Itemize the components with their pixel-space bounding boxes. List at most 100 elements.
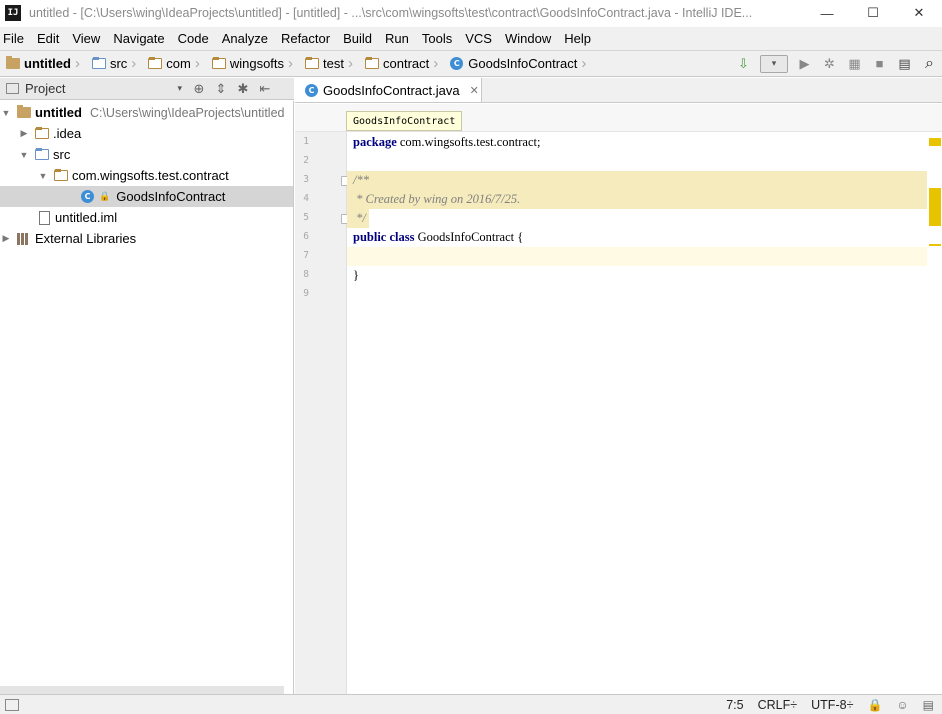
expand-arrow-icon[interactable]: ▶ bbox=[0, 233, 12, 244]
menu-navigate[interactable]: Navigate bbox=[107, 31, 171, 46]
caret-position[interactable]: 7:5 bbox=[726, 698, 743, 712]
build-project-icon[interactable]: ⇩ bbox=[731, 53, 756, 75]
tree-item-external-libraries[interactable]: ▶ External Libraries bbox=[0, 228, 293, 249]
file-encoding[interactable]: UTF-8÷ bbox=[811, 698, 853, 712]
tree-item-label: com.wingsofts.test.contract bbox=[72, 168, 229, 183]
scroll-from-source-icon[interactable]: ⊕ bbox=[190, 81, 208, 97]
menu-help[interactable]: Help bbox=[558, 31, 598, 46]
menu-tools[interactable]: Tools bbox=[415, 31, 458, 46]
chevron-updown-icon: ÷ bbox=[790, 697, 798, 712]
tree-item-label: src bbox=[53, 147, 71, 162]
coverage-icon[interactable]: ▦ bbox=[842, 53, 867, 75]
expand-arrow-icon[interactable]: ▼ bbox=[18, 150, 30, 160]
package-folder-icon bbox=[211, 57, 226, 69]
menu-run[interactable]: Run bbox=[379, 31, 416, 46]
warning-stripe-mark[interactable] bbox=[929, 188, 941, 226]
tree-item-idea[interactable]: ▶ .idea bbox=[0, 123, 293, 144]
menu-view[interactable]: View bbox=[66, 31, 107, 46]
tree-item-untitled[interactable]: ▼ untitled C:\Users\wing\IdeaProjects\un… bbox=[0, 102, 293, 123]
line-number: 9 bbox=[303, 288, 309, 299]
line-separator[interactable]: CRLF÷ bbox=[758, 698, 798, 712]
package-folder-icon bbox=[148, 57, 163, 69]
project-folder-icon bbox=[6, 56, 20, 69]
run-icon[interactable]: ▶ bbox=[792, 53, 817, 75]
menu-file[interactable]: File bbox=[0, 31, 30, 46]
menu-edit[interactable]: Edit bbox=[30, 31, 65, 46]
doc-comment-text: * Created by wing on 2016/7/25. bbox=[353, 192, 521, 206]
line-separator-label: CRLF bbox=[757, 697, 791, 712]
menu-analyze[interactable]: Analyze bbox=[215, 31, 274, 46]
nav-crumb-goodsinfocontract[interactable]: C GoodsInfoContract › bbox=[444, 51, 592, 76]
project-view-selector[interactable]: Project ▾ bbox=[0, 81, 190, 96]
lock-icon[interactable]: 🔒 bbox=[867, 698, 882, 712]
package-folder-icon bbox=[54, 169, 68, 181]
line-number: 6 bbox=[303, 231, 309, 242]
nav-crumb-label: com bbox=[166, 56, 191, 71]
class-declaration: GoodsInfoContract { bbox=[414, 230, 524, 244]
search-icon[interactable]: ⌕ bbox=[917, 53, 942, 75]
expand-arrow-icon[interactable]: ▼ bbox=[0, 108, 12, 118]
title-bar: IJ untitled - [C:\Users\wing\IdeaProject… bbox=[0, 0, 942, 26]
code-editor[interactable]: GoodsInfoContract 1 2 3 4 5 6 7 8 9 pack… bbox=[295, 104, 942, 694]
menu-code[interactable]: Code bbox=[171, 31, 215, 46]
line-number: 4 bbox=[303, 193, 309, 204]
expand-arrow-icon[interactable]: ▶ bbox=[18, 128, 30, 139]
nav-crumb-label: wingsofts bbox=[229, 56, 285, 71]
nav-crumb-contract[interactable]: contract › bbox=[359, 51, 444, 76]
line-number-gutter: 1 2 3 4 5 6 7 8 9 bbox=[295, 132, 351, 694]
window-title: untitled - [C:\Users\wing\IdeaProjects\u… bbox=[29, 6, 753, 20]
nav-crumb-label: untitled bbox=[24, 56, 71, 71]
tool-windows-icon[interactable] bbox=[5, 698, 19, 711]
hector-icon[interactable]: ☺ bbox=[896, 698, 908, 712]
editor-breadcrumb-class[interactable]: GoodsInfoContract bbox=[346, 111, 463, 131]
tree-item-iml[interactable]: untitled.iml bbox=[0, 207, 293, 228]
nav-crumb-untitled[interactable]: untitled › bbox=[0, 51, 86, 76]
debug-icon[interactable]: ✲ bbox=[817, 53, 842, 75]
stop-icon[interactable]: ■ bbox=[867, 53, 892, 75]
maximize-button[interactable]: ☐ bbox=[850, 0, 896, 26]
event-log-icon[interactable]: ▤ bbox=[923, 698, 934, 712]
menu-build[interactable]: Build bbox=[337, 31, 379, 46]
nav-crumb-wingsofts[interactable]: wingsofts › bbox=[206, 51, 299, 76]
line-number: 8 bbox=[303, 269, 309, 280]
minimize-button[interactable]: — bbox=[804, 0, 850, 26]
nav-crumb-test[interactable]: test › bbox=[299, 51, 359, 76]
chevron-right-icon: › bbox=[131, 55, 137, 72]
code-area[interactable]: package com.wingsofts.test.contract; /**… bbox=[347, 132, 927, 694]
class-icon: C bbox=[81, 190, 94, 203]
chevron-down-icon: ▾ bbox=[177, 83, 182, 93]
menu-bar: File Edit View Navigate Code Analyze Ref… bbox=[0, 27, 942, 50]
package-folder-icon bbox=[365, 57, 380, 69]
project-structure-icon[interactable]: ▤ bbox=[892, 53, 917, 75]
gear-icon[interactable]: ✱ bbox=[234, 81, 252, 97]
nav-crumb-com[interactable]: com › bbox=[142, 51, 206, 76]
close-button[interactable]: ✕ bbox=[896, 0, 942, 26]
collapse-all-icon[interactable]: ⇕ bbox=[212, 81, 230, 97]
expand-arrow-icon[interactable]: ▼ bbox=[37, 171, 49, 181]
horizontal-scrollbar[interactable] bbox=[0, 686, 284, 694]
tree-item-src[interactable]: ▼ src bbox=[0, 144, 293, 165]
project-panel-header: Project ▾ ⊕ ⇕ ✱ ⇤ bbox=[0, 78, 294, 100]
chevron-right-icon: › bbox=[581, 55, 587, 72]
nav-crumb-src[interactable]: src › bbox=[86, 51, 142, 76]
project-panel-tools: ⊕ ⇕ ✱ ⇤ bbox=[190, 81, 274, 97]
project-panel-title: Project bbox=[25, 81, 66, 96]
analysis-status-icon[interactable] bbox=[929, 138, 941, 146]
run-configuration-dropdown[interactable]: ▾ bbox=[760, 54, 788, 73]
menu-refactor[interactable]: Refactor bbox=[274, 31, 336, 46]
editor-tab-goodsinfocontract[interactable]: C GoodsInfoContract.java ✕ bbox=[295, 78, 482, 102]
class-icon: C bbox=[305, 83, 318, 97]
tree-item-package[interactable]: ▼ com.wingsofts.test.contract bbox=[0, 165, 293, 186]
hide-panel-icon[interactable]: ⇤ bbox=[256, 81, 274, 97]
chevron-right-icon: › bbox=[288, 55, 294, 72]
close-tab-icon[interactable]: ✕ bbox=[470, 84, 479, 97]
caret-stripe-mark bbox=[929, 244, 941, 246]
menu-window[interactable]: Window bbox=[498, 31, 557, 46]
chevron-right-icon: › bbox=[348, 55, 354, 72]
menu-vcs[interactable]: VCS bbox=[459, 31, 499, 46]
chevron-right-icon: › bbox=[433, 55, 439, 72]
navbar-toolbar: ⇩ ▾ ▶ ✲ ▦ ■ ▤ ⌕ bbox=[731, 51, 942, 76]
module-file-icon bbox=[39, 210, 50, 225]
tree-item-goodsinfocontract[interactable]: C 🔒 GoodsInfoContract bbox=[0, 186, 293, 207]
code-line-8: } bbox=[347, 266, 927, 285]
